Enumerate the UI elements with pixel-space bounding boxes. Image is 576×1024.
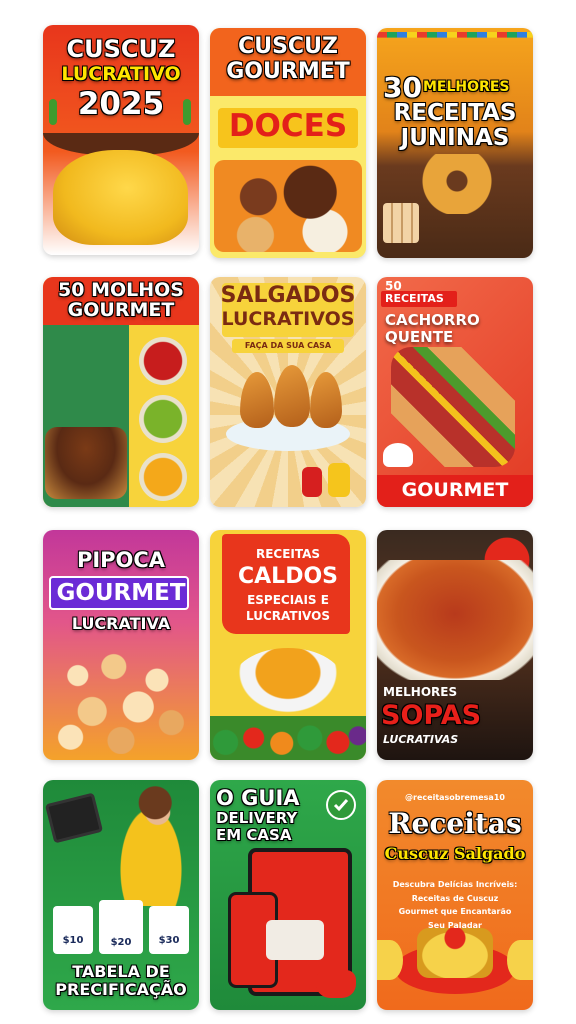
price-card <box>53 906 93 954</box>
check-badge-icon <box>326 790 356 820</box>
card-title-line: RECEITAS <box>393 100 517 126</box>
ebook-card-receitas-juninas[interactable]: 30 MELHORES RECEITAS JUNINAS <box>377 28 533 258</box>
delivery-scooter-image <box>316 970 356 998</box>
card-title-line: PIPOCA <box>76 548 166 572</box>
dessert-plate-image <box>214 160 362 252</box>
card-title-line: GOURMET <box>56 580 186 606</box>
bunting-flags <box>377 32 533 38</box>
card-title-line: LUCRATIVAS <box>383 733 459 746</box>
woman-with-groceries-image <box>109 786 193 906</box>
card-title-line: RECEITAS <box>385 292 444 305</box>
card-title-line: SALGADOS <box>220 283 356 308</box>
ebook-card-tabela-precificacao[interactable]: $10 $20 $30 TABELA DE PRECIFICAÇÃO <box>43 780 199 1010</box>
ebook-card-cuscuz-salgado[interactable]: @receitasobremesa10 Receitas Cuscuz Salg… <box>377 780 533 1010</box>
card-title-line: JUNINAS <box>400 125 510 151</box>
card-title-line: SOPAS <box>381 700 482 731</box>
card-subtitle: FAÇA DA SUA CASA <box>244 341 332 350</box>
ketchup-bottle-image <box>302 467 322 497</box>
snacks-image <box>383 203 419 243</box>
card-title-line: GOURMET <box>401 479 509 501</box>
mustard-bottle-image <box>328 463 350 497</box>
bread-with-sauce-image <box>45 427 127 499</box>
card-number: 30 <box>383 71 422 104</box>
ketchup-bowl-icon <box>139 337 187 385</box>
card-title-line: 50 MOLHOS <box>58 279 184 301</box>
price-card <box>149 906 189 954</box>
cuscuz-salgado-image <box>417 928 493 978</box>
tablet-image <box>44 792 104 844</box>
ebook-card-cuscuz-gourmet-doces[interactable]: CUSCUZ GOURMET DOCES <box>210 28 366 258</box>
bolo-image <box>417 154 497 214</box>
card-title-line: GOURMET <box>226 59 350 84</box>
soup-bowl-image <box>232 648 344 718</box>
ebook-card-caldos[interactable]: RECEITAS CALDOS ESPECIAIS E LUCRATIVOS <box>210 530 366 760</box>
card-title-line: ESPECIAIS E <box>247 593 329 607</box>
ebook-card-molhos-gourmet[interactable]: 50 MOLHOS GOURMET <box>43 277 199 507</box>
card-title-line: 2025 <box>77 86 165 122</box>
coxinha-image <box>274 365 310 427</box>
card-title-line: LUCRATIVOS <box>246 609 330 623</box>
chef-hat-icon <box>383 443 413 467</box>
ebook-card-pipoca-gourmet[interactable]: PIPOCA GOURMET LUCRATIVA <box>43 530 199 760</box>
ebook-card-sopas[interactable]: MELHORES SOPAS LUCRATIVAS <box>377 530 533 760</box>
card-title-line: EM CASA <box>216 826 292 844</box>
card-title-line: MELHORES <box>383 685 458 699</box>
coxinha-image <box>310 372 342 428</box>
card-title-line: GOURMET <box>67 299 175 321</box>
splash-decoration <box>507 940 533 980</box>
cuscuz-cake-image <box>53 150 188 245</box>
delivery-box-image <box>266 920 324 960</box>
price-label: $10 <box>62 935 84 946</box>
ebook-card-salgados-lucrativos[interactable]: SALGADOS LUCRATIVOS FAÇA DA SUA CASA <box>210 277 366 507</box>
price-label: $30 <box>158 935 180 946</box>
card-title-line: Receitas <box>388 807 522 840</box>
ebook-card-guia-delivery[interactable]: O GUIA DELIVERY EM CASA <box>210 780 366 1010</box>
ebook-card-cuscuz-lucrativo[interactable]: CUSCUZ LUCRATIVO 2025 <box>43 25 199 255</box>
mustard-bowl-icon <box>139 453 187 501</box>
card-title-line: DELIVERY <box>216 809 298 827</box>
coxinha-image <box>240 372 274 428</box>
vegetables-image <box>210 716 366 760</box>
card-title-line: Cuscuz Salgado <box>384 844 526 863</box>
card-title-line: LUCRATIVO <box>61 63 181 85</box>
card-title-line: CUSCUZ <box>66 35 176 63</box>
card-title-line: O GUIA <box>216 786 300 810</box>
card-description: Descubra Delícias Incríveis: Receitas de… <box>392 880 518 930</box>
soup-bowl-image <box>377 560 533 680</box>
green-sauce-bowl-icon <box>139 395 187 443</box>
card-title-line: MELHORES <box>423 79 510 95</box>
card-number: 50 <box>385 279 402 293</box>
price-label: $20 <box>110 937 132 948</box>
splash-decoration <box>377 940 403 980</box>
card-title-line: PRECIFICAÇÃO <box>55 980 187 999</box>
card-title-line: LUCRATIVOS <box>221 308 355 330</box>
ebook-card-cachorro-quente[interactable]: 50 RECEITAS CACHORRO QUENTE GOURMET <box>377 277 533 507</box>
card-title-line: RECEITAS <box>255 547 321 561</box>
popcorn-image <box>49 642 193 754</box>
card-title-line: LUCRATIVA <box>71 614 171 633</box>
card-title-line: CALDOS <box>238 564 338 589</box>
card-title-line: QUENTE <box>385 328 454 346</box>
card-title-line: CACHORRO <box>385 311 480 329</box>
card-title-line: DOCES <box>228 108 348 144</box>
card-title-line: TABELA DE <box>72 962 170 981</box>
card-title-line: CUSCUZ <box>238 34 338 59</box>
card-handle: @receitasobremesa10 <box>405 793 505 802</box>
